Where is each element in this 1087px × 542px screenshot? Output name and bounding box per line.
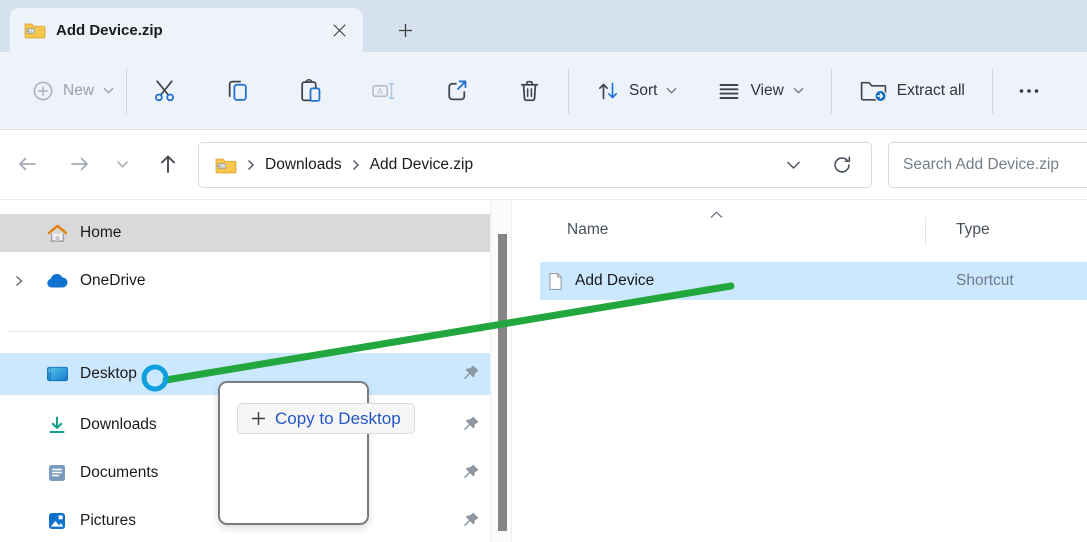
copy-to-desktop-tooltip: Copy to Desktop (237, 403, 415, 434)
file-icon (548, 272, 563, 291)
pictures-icon (44, 511, 70, 531)
paste-button[interactable] (290, 71, 330, 111)
view-lines-icon (717, 79, 741, 103)
close-tab-icon[interactable] (325, 16, 353, 44)
new-button-label: New (63, 82, 94, 100)
sidebar-separator (8, 331, 484, 332)
trash-icon (517, 78, 542, 103)
sidebar-item-label: Documents (80, 464, 158, 482)
extract-folder-icon (859, 78, 888, 103)
sidebar-item-label: Downloads (80, 416, 157, 434)
onedrive-cloud-icon (44, 273, 70, 289)
chevron-down-icon (103, 87, 114, 94)
view-button[interactable]: View (704, 69, 816, 113)
new-tab-button[interactable] (390, 15, 420, 45)
column-header-name[interactable]: Name (567, 221, 608, 239)
recent-locations-chevron[interactable] (105, 144, 139, 184)
copy-icon (225, 78, 250, 103)
sidebar-item-label: Desktop (80, 365, 137, 383)
extract-all-button[interactable]: Extract all (846, 69, 978, 113)
tab-title: Add Device.zip (56, 22, 325, 39)
documents-icon (44, 463, 70, 483)
pin-icon[interactable] (462, 464, 480, 482)
chevron-down-icon (666, 87, 677, 94)
share-icon (444, 78, 469, 103)
paste-icon (298, 78, 323, 103)
tab-add-device-zip[interactable]: Add Device.zip (10, 8, 363, 52)
rename-icon: A (371, 78, 396, 103)
desktop-icon (44, 365, 70, 383)
share-button[interactable] (436, 71, 476, 111)
drop-tooltip-label: Copy to Desktop (275, 409, 401, 429)
toolbar-separator (568, 68, 569, 114)
see-more-button[interactable] (1007, 71, 1051, 111)
chevron-down-icon (793, 87, 804, 94)
sort-button[interactable]: Sort (583, 69, 690, 113)
chevron-right-icon[interactable] (14, 275, 44, 287)
sort-ascending-icon (710, 206, 723, 224)
sort-button-label: Sort (629, 82, 657, 100)
search-input[interactable] (903, 156, 1079, 174)
scrollbar-thumb[interactable] (498, 234, 507, 531)
toolbar-separator (992, 68, 993, 114)
sidebar-item-onedrive[interactable]: OneDrive (0, 262, 490, 300)
new-button[interactable]: New (20, 69, 126, 113)
file-type: Shortcut (956, 272, 1014, 290)
ellipsis-icon (1017, 79, 1041, 103)
breadcrumb-item-downloads[interactable]: Downloads (265, 156, 342, 174)
plus-circle-icon (32, 80, 54, 102)
address-bar: Downloads Add Device.zip (0, 130, 1087, 200)
file-row-add-device[interactable]: Add Device Shortcut (540, 262, 1087, 300)
downloads-icon (44, 415, 70, 435)
command-toolbar: New (0, 52, 1087, 130)
pin-icon[interactable] (462, 512, 480, 530)
back-button[interactable] (7, 144, 47, 184)
column-divider[interactable] (925, 217, 926, 246)
breadcrumb-item-add-device-zip[interactable]: Add Device.zip (370, 156, 473, 174)
pin-icon[interactable] (462, 416, 480, 434)
file-list-pane: Name Type Add Device Shortcut (512, 200, 1087, 542)
zip-folder-icon (215, 157, 237, 174)
sidebar-item-label: OneDrive (80, 272, 145, 290)
column-header-type[interactable]: Type (956, 221, 990, 239)
chevron-right-icon (352, 159, 360, 171)
sort-arrows-icon (596, 79, 620, 103)
address-dropdown-chevron[interactable] (786, 160, 801, 170)
svg-text:A: A (377, 86, 383, 96)
refresh-icon[interactable] (831, 154, 853, 176)
forward-button[interactable] (60, 144, 100, 184)
sidebar-scrollbar[interactable] (490, 200, 512, 542)
scissors-icon (152, 78, 177, 103)
sidebar-item-label: Pictures (80, 512, 136, 530)
rename-button[interactable]: A (363, 71, 403, 111)
toolbar-separator (126, 68, 127, 114)
tab-bar: Add Device.zip (0, 0, 1087, 52)
view-button-label: View (750, 82, 783, 100)
search-box[interactable] (888, 142, 1087, 188)
zip-folder-icon (24, 22, 46, 39)
pin-icon[interactable] (462, 365, 480, 383)
delete-button[interactable] (509, 71, 549, 111)
chevron-right-icon (247, 159, 255, 171)
file-explorer-window: Add Device.zip New (0, 0, 1087, 542)
toolbar-separator (831, 68, 832, 114)
breadcrumb[interactable]: Downloads Add Device.zip (198, 142, 872, 188)
up-button[interactable] (148, 144, 188, 184)
sidebar-item-home[interactable]: Home (0, 214, 490, 252)
plus-icon (251, 411, 266, 426)
home-icon (44, 223, 70, 244)
extract-all-label: Extract all (897, 82, 965, 100)
copy-button[interactable] (217, 71, 257, 111)
file-name: Add Device (575, 272, 654, 290)
sidebar-item-label: Home (80, 224, 121, 242)
cut-button[interactable] (144, 71, 184, 111)
